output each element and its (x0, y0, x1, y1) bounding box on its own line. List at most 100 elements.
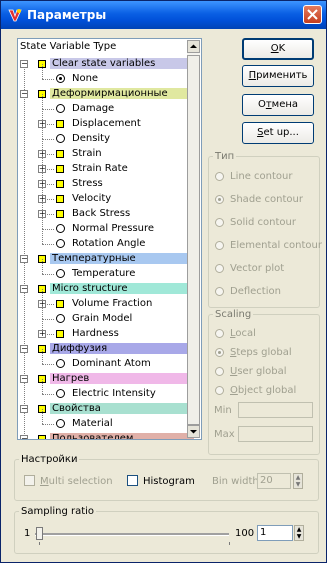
radio-button[interactable] (215, 172, 224, 181)
histogram-checkbox[interactable] (127, 475, 138, 486)
collapse-icon[interactable]: − (20, 255, 28, 263)
tree-item-label: Volume Fraction (72, 298, 153, 309)
collapse-icon[interactable]: − (20, 405, 28, 413)
tree-item[interactable]: Temperature (18, 267, 188, 281)
tree-item-label: Electric Intensity (72, 388, 156, 399)
max-field[interactable] (238, 426, 313, 442)
min-field[interactable] (238, 402, 313, 418)
radio-button[interactable] (215, 386, 224, 395)
radio-button[interactable] (215, 195, 224, 204)
collapse-icon[interactable]: − (20, 345, 28, 353)
tree-category[interactable]: − Диффузия (18, 342, 194, 356)
slider-tick (229, 542, 230, 545)
tree-connector (42, 439, 43, 440)
tree-category[interactable]: − Clear state variables (18, 57, 194, 71)
tree-item-label: Back Stress (72, 208, 131, 219)
tree-category-label: Пользователем (50, 433, 194, 439)
cancel-button[interactable]: Отмена (242, 94, 314, 116)
tree-header: State Variable Type (20, 41, 117, 52)
subcategory-square-icon (56, 210, 64, 218)
scroll-down-arrow[interactable] (187, 425, 200, 438)
parameters-dialog: Параметры State Variable Type − Clear st… (0, 0, 327, 563)
tree-item[interactable]: Electric Intensity (18, 387, 188, 401)
sampling-min-label: 1 (24, 528, 31, 539)
radio-button[interactable] (215, 218, 224, 227)
type-option-label: Elemental contour (230, 240, 322, 251)
sampling-max-label: 100 (235, 528, 255, 539)
tree-category[interactable]: − Нагрев (18, 372, 194, 386)
tree-item[interactable]: Damage (18, 102, 188, 116)
radio-button[interactable] (215, 287, 224, 296)
tree-item[interactable]: + Hardness (18, 327, 188, 341)
tree-item[interactable]: Normal Pressure (18, 222, 188, 236)
scaling-option-label: User global (230, 366, 287, 377)
tree-item[interactable]: Grain Model (18, 312, 188, 326)
tree-item[interactable]: Material (18, 417, 188, 431)
tree-category[interactable]: − Деформирмационные (18, 87, 194, 101)
radio-button[interactable] (215, 329, 224, 338)
close-button[interactable] (303, 5, 322, 24)
scaling-option-label: Steps global (230, 347, 292, 358)
variable-circle-icon (56, 104, 65, 113)
collapse-icon[interactable]: − (20, 90, 28, 98)
sampling-ratio-field[interactable]: 1 (257, 525, 293, 541)
subcategory-square-icon (56, 120, 64, 128)
sampling-slider-thumb[interactable] (36, 527, 43, 540)
tree-item[interactable]: + Velocity (18, 192, 188, 206)
radio-button[interactable] (215, 264, 224, 273)
radio-button[interactable] (215, 348, 224, 357)
settings-group-legend: Настройки (21, 454, 78, 465)
subcategory-square-icon (56, 165, 64, 173)
tree-item[interactable]: Rotation Angle (18, 237, 188, 251)
apply-button[interactable]: Применить (242, 65, 314, 87)
subcategory-square-icon (56, 180, 64, 188)
bin-width-spinner[interactable]: ▲ ▼ (293, 473, 303, 489)
expand-icon[interactable]: + (38, 330, 46, 338)
collapse-icon[interactable]: − (20, 60, 28, 68)
sampling-group-legend: Sampling ratio (21, 506, 95, 517)
tree-item[interactable]: + Back Stress (18, 207, 188, 221)
sampling-ratio-spinner[interactable]: ▲ ▼ (294, 525, 304, 541)
tree-item[interactable]: None (18, 72, 188, 86)
tree-category[interactable]: − Свойства (18, 402, 194, 416)
tree-item[interactable]: + Stress (18, 177, 188, 191)
tree-item-label: Temperature (72, 268, 136, 279)
tree-category-label: Деформирмационные (50, 88, 194, 99)
histogram-label: Histogram (143, 476, 195, 487)
tree-item[interactable]: + Displacement (18, 117, 188, 131)
tree-item-label: Stress (72, 178, 103, 189)
radio-button[interactable] (215, 241, 224, 250)
collapse-icon[interactable]: − (20, 285, 28, 293)
tree-category[interactable]: − Температурные (18, 252, 194, 266)
tree-item[interactable]: Density (18, 132, 188, 146)
type-option-label: Line contour (230, 171, 293, 182)
ok-button[interactable]: OK (242, 38, 314, 60)
type-option-label: Shade contour (230, 194, 303, 205)
tree-item[interactable]: Dominant Atom (18, 357, 188, 371)
collapse-icon[interactable]: − (20, 375, 28, 383)
state-variable-tree[interactable]: State Variable Type − Clear state variab… (17, 38, 202, 440)
collapse-icon[interactable]: − (20, 435, 28, 439)
tree-item[interactable]: + Volume Fraction (18, 297, 188, 311)
bin-width-field[interactable]: 20 (257, 473, 291, 489)
multi-selection-checkbox[interactable] (24, 475, 35, 486)
tree-scrollbar[interactable] (187, 40, 200, 438)
radio-button[interactable] (215, 367, 224, 376)
tree-item-label: Dominant Atom (72, 358, 151, 369)
scroll-thumb[interactable] (187, 55, 200, 425)
tree-category[interactable]: − Micro structure (18, 282, 194, 296)
variable-circle-icon (56, 419, 65, 428)
tree-item[interactable]: + Strain Rate (18, 162, 188, 176)
tree-item[interactable]: + Strain (18, 147, 188, 161)
tree-category-label: Температурные (50, 253, 194, 264)
slider-tick (39, 542, 40, 545)
tree-item-label: Hardness (72, 328, 119, 339)
max-label: Max (214, 429, 235, 440)
title-bar[interactable]: Параметры (1, 1, 326, 29)
scroll-up-arrow[interactable] (187, 40, 200, 53)
tree-item-label: Normal Pressure (72, 223, 155, 234)
tree-category-label: Свойства (50, 403, 194, 414)
setup-button[interactable]: Set up... (242, 122, 314, 144)
sampling-slider-track[interactable] (35, 533, 229, 536)
tree-category[interactable]: − Пользователем (18, 432, 194, 439)
